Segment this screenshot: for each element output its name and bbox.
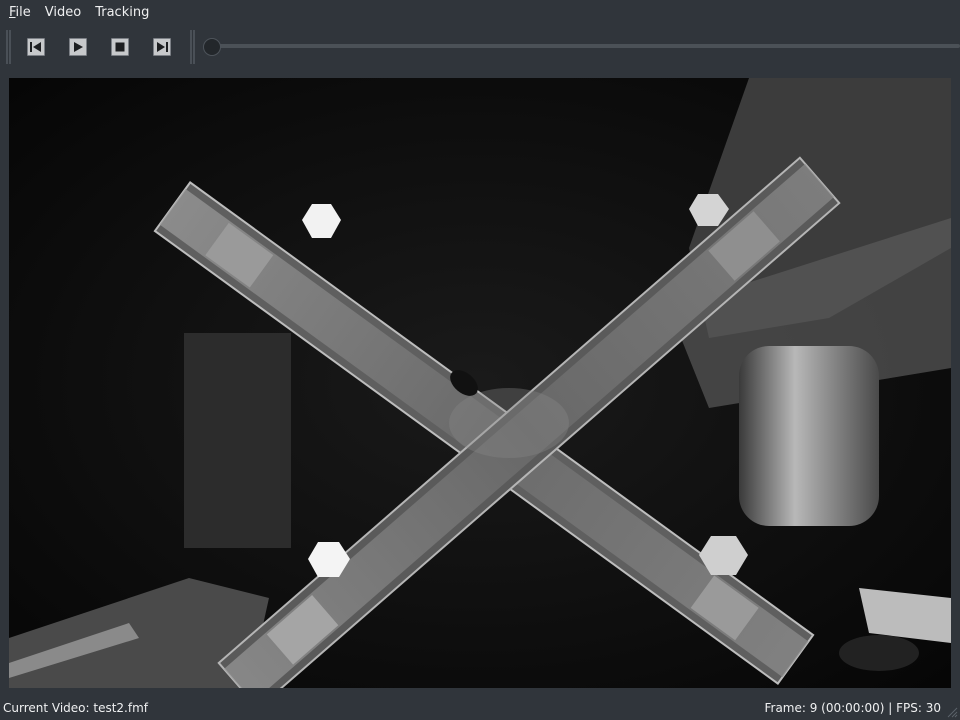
- toolbar-grip-handle-2[interactable]: [190, 30, 195, 64]
- stop-button[interactable]: [111, 38, 129, 56]
- menu-video-label: Video: [44, 5, 82, 20]
- menu-bar: File Video Tracking: [0, 0, 960, 26]
- frame-info-label: Frame: 9 (00:00:00) | FPS: 30: [764, 701, 941, 715]
- step-back-icon: [30, 42, 41, 52]
- menu-tracking-label: Tracking: [95, 5, 150, 20]
- app-window: File Video Tracking Current Video: test2…: [0, 0, 960, 720]
- menu-file[interactable]: File: [2, 0, 38, 26]
- play-icon: [74, 42, 83, 52]
- resize-grip-icon[interactable]: [946, 706, 958, 718]
- seek-slider-track[interactable]: [208, 44, 960, 48]
- seek-slider-handle[interactable]: [203, 38, 221, 56]
- video-image: [9, 78, 951, 688]
- menu-tracking[interactable]: Tracking: [88, 0, 156, 26]
- stop-icon: [115, 42, 125, 52]
- status-bar: Current Video: test2.fmf Frame: 9 (00:00…: [0, 698, 960, 720]
- step-back-button[interactable]: [27, 38, 45, 56]
- current-video-label: Current Video: test2.fmf: [3, 701, 148, 715]
- toolbar-grip-handle[interactable]: [6, 30, 11, 64]
- menu-video[interactable]: Video: [38, 0, 88, 26]
- step-forward-button[interactable]: [153, 38, 171, 56]
- video-frame[interactable]: [9, 78, 951, 688]
- step-forward-icon: [157, 42, 168, 52]
- play-button[interactable]: [69, 38, 87, 56]
- menu-file-label: ile: [15, 5, 31, 20]
